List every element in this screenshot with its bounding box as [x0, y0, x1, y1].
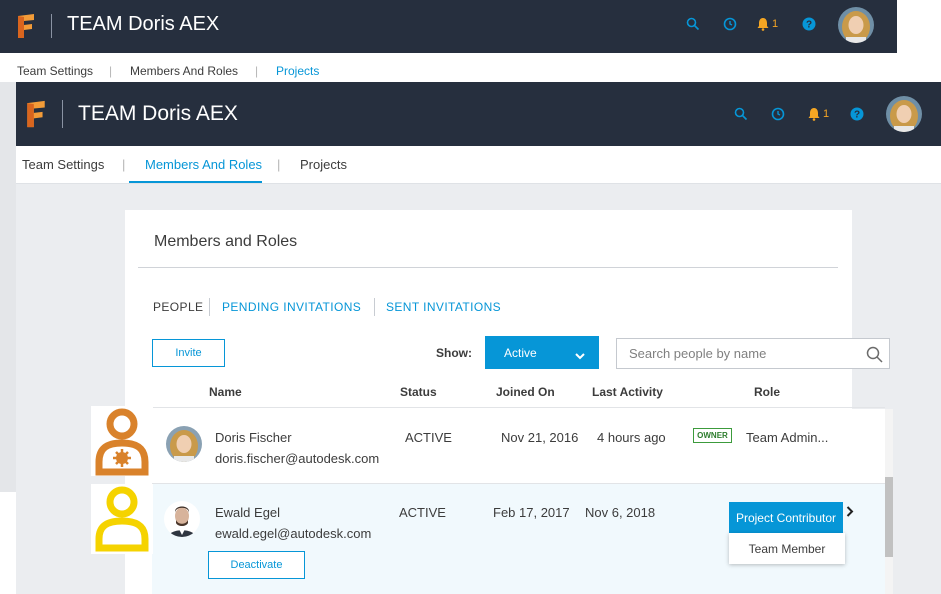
tab-separator: |	[277, 157, 281, 172]
search-input[interactable]: Search people by name	[616, 338, 890, 369]
help-icon[interactable]: ?	[802, 17, 816, 36]
scrollbar[interactable]	[885, 409, 893, 594]
logo-f-icon[interactable]	[23, 98, 49, 130]
app-header: TEAM Doris AEX 1 ?	[16, 82, 941, 146]
window-gutter	[0, 82, 16, 492]
members-card: Members and Roles PEOPLE PENDING INVITAT…	[125, 210, 893, 594]
avatar	[164, 501, 200, 537]
team-title: TEAM Doris AEX	[78, 102, 238, 125]
search-icon[interactable]	[686, 17, 700, 36]
deactivate-button[interactable]: Deactivate	[208, 551, 305, 579]
role-option-team-member[interactable]: Team Member	[729, 533, 845, 564]
member-status: ACTIVE	[405, 430, 452, 445]
subtab-sent-invitations[interactable]: SENT INVITATIONS	[386, 300, 501, 314]
background-app-header: TEAM Doris AEX 1 ?	[0, 0, 897, 53]
avatar[interactable]	[886, 96, 922, 132]
team-title: TEAM Doris AEX	[67, 13, 220, 35]
member-joined: Nov 21, 2016	[501, 430, 579, 445]
tab-team-settings[interactable]: Team Settings	[22, 157, 104, 172]
column-header-name[interactable]: Name	[209, 385, 242, 399]
avatar[interactable]	[838, 7, 874, 43]
tab-projects[interactable]: Projects	[300, 157, 347, 172]
header-divider	[62, 100, 63, 128]
member-last-activity: Nov 6, 2018	[585, 505, 656, 520]
column-header-last-activity[interactable]: Last Activity	[592, 385, 663, 399]
member-name: Ewald Egel	[215, 505, 281, 520]
avatar	[166, 426, 202, 462]
subtab-people[interactable]: PEOPLE	[153, 300, 203, 314]
status-filter-dropdown[interactable]: Active	[485, 336, 599, 369]
subtab-divider	[374, 298, 375, 316]
admin-person-icon	[91, 406, 153, 476]
svg-text:?: ?	[806, 20, 812, 31]
bell-icon[interactable]	[808, 107, 820, 126]
subtab-divider	[209, 298, 210, 316]
title-divider	[138, 267, 838, 268]
logo-f-icon[interactable]	[14, 12, 38, 40]
search-placeholder: Search people by name	[629, 346, 767, 361]
nav-tabs: Team Settings | Members And Roles | Proj…	[16, 146, 941, 184]
member-role: Team Admin...	[746, 430, 829, 445]
help-icon[interactable]: ?	[850, 107, 864, 126]
table-row[interactable]: Doris Fischer doris.fischer@autodesk.com…	[152, 409, 885, 483]
active-tab-underline	[129, 181, 262, 183]
tab-separator: |	[109, 64, 113, 78]
owner-badge: OWNER	[693, 428, 732, 443]
member-email: ewald.egel@autodesk.com	[215, 526, 372, 541]
tab-projects[interactable]: Projects	[276, 64, 319, 78]
header-divider	[51, 14, 52, 38]
clock-icon[interactable]	[771, 107, 785, 126]
bell-icon[interactable]	[757, 17, 769, 36]
column-header-status[interactable]: Status	[400, 385, 437, 399]
clock-icon[interactable]	[723, 17, 737, 36]
status-filter-value: Active	[504, 345, 537, 360]
chevron-down-icon	[575, 349, 585, 363]
search-icon[interactable]	[734, 107, 748, 126]
show-label: Show:	[436, 346, 472, 360]
svg-text:?: ?	[854, 110, 860, 121]
chevron-right-icon[interactable]	[846, 504, 854, 522]
tab-separator: |	[122, 157, 126, 172]
column-header-role[interactable]: Role	[754, 385, 780, 399]
member-joined: Feb 17, 2017	[493, 505, 570, 520]
tab-members-and-roles[interactable]: Members And Roles	[130, 64, 238, 78]
background-nav-tabs: Team Settings | Members And Roles | Proj…	[0, 53, 941, 81]
scroll-thumb[interactable]	[885, 477, 893, 557]
tab-team-settings[interactable]: Team Settings	[17, 64, 93, 78]
notification-count: 1	[823, 108, 830, 120]
tab-members-and-roles[interactable]: Members And Roles	[145, 157, 262, 172]
subtab-pending-invitations[interactable]: PENDING INVITATIONS	[222, 300, 361, 314]
app-window: TEAM Doris AEX 1 ? Team Settings | Membe…	[16, 82, 941, 594]
member-person-icon	[91, 484, 153, 554]
header-divider	[152, 407, 885, 408]
member-email: doris.fischer@autodesk.com	[215, 451, 380, 466]
tab-separator: |	[255, 64, 259, 78]
search-icon[interactable]	[866, 346, 883, 366]
role-option-project-contributor[interactable]: Project Contributor	[729, 502, 843, 533]
notification-count: 1	[772, 18, 779, 30]
invite-button[interactable]: Invite	[152, 339, 225, 367]
column-header-joined-on[interactable]: Joined On	[496, 385, 555, 399]
card-title: Members and Roles	[154, 233, 298, 250]
member-status: ACTIVE	[399, 505, 446, 520]
member-name: Doris Fischer	[215, 430, 292, 445]
member-last-activity: 4 hours ago	[597, 430, 666, 445]
